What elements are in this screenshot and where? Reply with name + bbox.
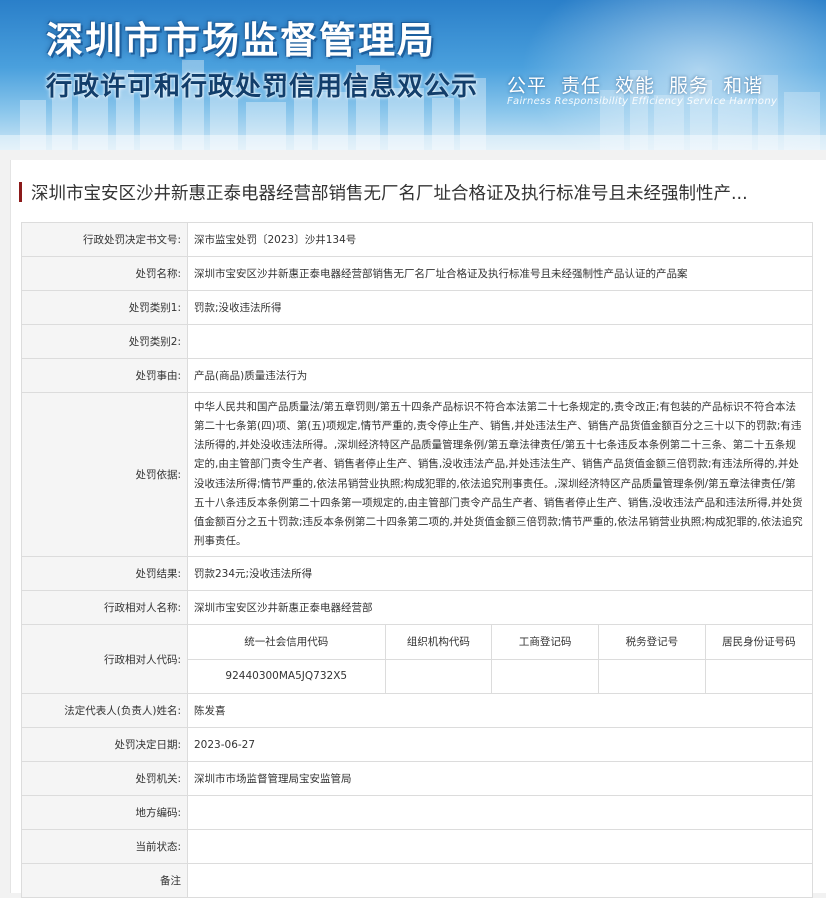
result-value: 罚款234元;没收违法所得 [187, 556, 813, 591]
slogan-word: 服务 [669, 75, 710, 97]
row-local-code: 地方编码: [21, 795, 813, 830]
site-banner: 深圳市市场监督管理局 行政许可和行政处罚信用信息双公示 公平 责任 效能 服务 和谐 F… [0, 0, 826, 150]
result-label: 处罚结果: [21, 556, 188, 591]
status-value [187, 829, 813, 864]
reason-label: 处罚事由: [21, 358, 188, 393]
row-doc-no: 行政处罚决定书文号: 深市监宝处罚〔2023〕沙井134号 [21, 222, 813, 257]
row-category1: 处罚类别1: 罚款;没收违法所得 [21, 290, 813, 325]
party-name-value: 深圳市宝安区沙井新惠正泰电器经营部 [187, 590, 813, 625]
case-name-value: 深圳市宝安区沙井新惠正泰电器经营部销售无厂名厂址合格证及执行标准号且未经强制性产… [187, 256, 813, 291]
row-party-code: 行政相对人代码: 统一社会信用代码 组织机构代码 工商登记码 税务登记号 居民身… [21, 624, 813, 694]
row-status: 当前状态: [21, 829, 813, 864]
row-decision-date: 处罚决定日期: 2023-06-27 [21, 727, 813, 762]
site-subtitle: 行政许可和行政处罚信用信息双公示 [46, 72, 479, 102]
authority-label: 处罚机关: [21, 761, 188, 796]
penalty-info-table: 行政处罚决定书文号: 深市监宝处罚〔2023〕沙井134号 处罚名称: 深圳市宝… [21, 222, 813, 898]
row-basis: 处罚依据: 中华人民共和国产品质量法/第五章罚则/第五十四条产品标识不符合本法第… [21, 392, 813, 557]
row-reason: 处罚事由: 产品(商品)质量违法行为 [21, 358, 813, 393]
party-code-value-row: 92440300MA5JQ732X5 [188, 659, 812, 693]
row-category2: 处罚类别2: [21, 324, 813, 359]
party-code-table: 统一社会信用代码 组织机构代码 工商登记码 税务登记号 居民身份证号码 9244… [188, 625, 812, 693]
org-code-header: 组织机构代码 [384, 625, 492, 660]
doc-no-label: 行政处罚决定书文号: [21, 222, 188, 257]
org-code-value [384, 659, 492, 693]
basis-label: 处罚依据: [21, 392, 188, 557]
slogan-word: 效能 [615, 75, 656, 97]
party-name-label: 行政相对人名称: [21, 590, 188, 625]
credit-code-value: 92440300MA5JQ732X5 [225, 670, 348, 683]
row-result: 处罚结果: 罚款234元;没收违法所得 [21, 556, 813, 591]
category2-label: 处罚类别2: [21, 324, 188, 359]
page-title-text: 深圳市宝安区沙井新惠正泰电器经营部销售无厂名厂址合格证及执行标准号且未经强制性产… [31, 183, 748, 204]
content-panel: 深圳市宝安区沙井新惠正泰电器经营部销售无厂名厂址合格证及执行标准号且未经强制性产… [10, 160, 826, 898]
slogan-english: Fairness Responsibility Efficiency Servi… [507, 96, 778, 107]
category2-value [187, 324, 813, 359]
id-card-header: 居民身份证号码 [704, 625, 812, 660]
category1-value: 罚款;没收违法所得 [187, 290, 813, 325]
slogan-word: 公平 [507, 75, 548, 97]
slogan-chinese: 公平 责任 效能 服务 和谐 [507, 71, 777, 98]
authority-value: 深圳市市场监督管理局宝安监管局 [187, 761, 813, 796]
row-legal-rep: 法定代表人(负责人)姓名: 陈发喜 [21, 693, 813, 728]
basis-value: 中华人民共和国产品质量法/第五章罚则/第五十四条产品标识不符合本法第二十七条规定… [187, 392, 813, 557]
row-authority: 处罚机关: 深圳市市场监督管理局宝安监管局 [21, 761, 813, 796]
legal-rep-value: 陈发喜 [187, 693, 813, 728]
tax-reg-value [598, 659, 706, 693]
doc-no-value: 深市监宝处罚〔2023〕沙井134号 [187, 222, 813, 257]
id-card-value [704, 659, 812, 693]
party-code-label: 行政相对人代码: [21, 624, 188, 694]
category1-label: 处罚类别1: [21, 290, 188, 325]
row-case-name: 处罚名称: 深圳市宝安区沙井新惠正泰电器经营部销售无厂名厂址合格证及执行标准号且… [21, 256, 813, 291]
status-label: 当前状态: [21, 829, 188, 864]
business-reg-header: 工商登记码 [491, 625, 599, 660]
party-code-header-row: 统一社会信用代码 组织机构代码 工商登记码 税务登记号 居民身份证号码 [188, 625, 812, 660]
local-code-label: 地方编码: [21, 795, 188, 830]
business-reg-value [491, 659, 599, 693]
decision-date-label: 处罚决定日期: [21, 727, 188, 762]
legal-rep-label: 法定代表人(负责人)姓名: [21, 693, 188, 728]
remark-value [187, 863, 813, 898]
slogan-word: 责任 [561, 75, 602, 97]
title-accent-bar [19, 182, 22, 202]
local-code-value [187, 795, 813, 830]
reason-value: 产品(商品)质量违法行为 [187, 358, 813, 393]
decision-date-value: 2023-06-27 [187, 727, 813, 762]
party-code-table-cell: 统一社会信用代码 组织机构代码 工商登记码 税务登记号 居民身份证号码 9244… [187, 624, 813, 694]
slogan-word: 和谐 [723, 75, 764, 97]
tax-reg-header: 税务登记号 [598, 625, 706, 660]
page-title: 深圳市宝安区沙井新惠正泰电器经营部销售无厂名厂址合格证及执行标准号且未经强制性产… [19, 176, 826, 208]
site-title: 深圳市市场监督管理局 [46, 19, 436, 62]
credit-code-header: 统一社会信用代码 [188, 625, 385, 660]
row-party-name: 行政相对人名称: 深圳市宝安区沙井新惠正泰电器经营部 [21, 590, 813, 625]
remark-label: 备注 [21, 863, 188, 898]
row-remark: 备注 [21, 863, 813, 898]
case-name-label: 处罚名称: [21, 256, 188, 291]
